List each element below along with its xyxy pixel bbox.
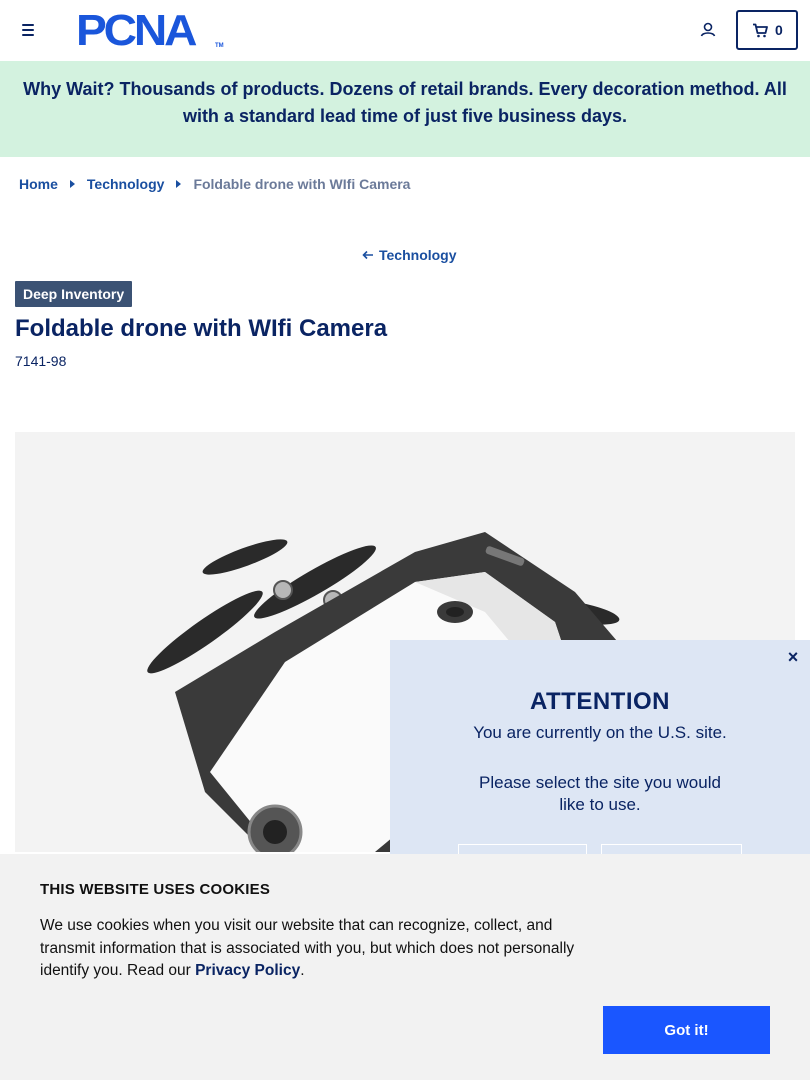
user-icon[interactable] (698, 20, 718, 40)
cookie-title: THIS WEBSITE USES COOKIES (40, 881, 271, 898)
breadcrumb-home[interactable]: Home (19, 176, 58, 192)
inventory-badge: Deep Inventory (15, 281, 133, 307)
cookie-body-end: . (300, 962, 305, 979)
cart-count: 0 (775, 22, 783, 38)
caret-right-icon (69, 180, 75, 188)
promo-banner: Why Wait? Thousands of products. Dozens … (0, 61, 810, 157)
cookie-body: We use cookies when you visit our websit… (40, 915, 600, 983)
pcna-logo[interactable]: PCNA TM (76, 6, 224, 55)
region-modal-message: You are currently on the U.S. site. (473, 723, 727, 742)
caret-right-icon (176, 180, 182, 188)
promo-banner-text: Why Wait? Thousands of products. Dozens … (23, 79, 787, 126)
logo-text: PCNA (76, 6, 197, 55)
logo-tm: TM (215, 43, 224, 49)
region-modal-prompt: Please select the site you would like to… (479, 773, 721, 814)
cookie-body-text: We use cookies when you visit our websit… (40, 917, 575, 979)
region-modal-title: ATTENTION (529, 688, 671, 715)
product-title: Foldable drone with WIfi Camera (15, 315, 388, 342)
product-sku: 7141-98 (15, 353, 67, 369)
privacy-policy-link[interactable]: Privacy Policy (195, 962, 300, 979)
arrow-left-icon (362, 250, 373, 260)
close-icon[interactable]: × (785, 648, 801, 666)
accept-cookies-button[interactable]: Got it! (603, 1006, 770, 1054)
site-header: PCNA TM 0 (0, 0, 810, 61)
breadcrumb: Home Technology Foldable drone with WIfi… (19, 175, 410, 193)
back-link-label: Technology (379, 247, 457, 263)
cart-button[interactable]: 0 (736, 10, 798, 50)
region-modal (390, 640, 810, 854)
back-to-category-link[interactable]: Technology (362, 247, 457, 263)
cart-icon (753, 23, 768, 38)
menu-icon[interactable] (19, 21, 37, 39)
breadcrumb-current: Foldable drone with WIfi Camera (193, 176, 411, 192)
breadcrumb-technology[interactable]: Technology (87, 176, 165, 192)
